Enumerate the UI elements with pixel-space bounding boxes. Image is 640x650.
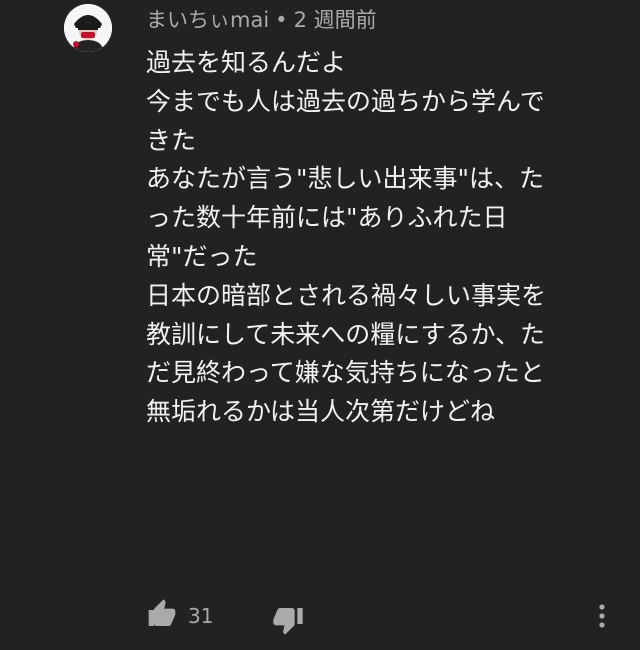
thumbs-up-icon — [148, 599, 176, 626]
comment-line: 今までも人は過去の過ちから学んで — [146, 86, 545, 116]
avatar-icon — [64, 4, 112, 52]
comment-line: 無垢れるかは当人次第だけどね — [146, 397, 496, 427]
comment-line: あなたが言う"悲しい出来事"は、た — [146, 164, 544, 194]
like-button[interactable] — [146, 598, 178, 630]
comment-thread: まいちぃmai • 2 週間前 過去を知るんだよ 今までも人は過去の過ちから学んで … — [0, 0, 640, 650]
comment-line: きた — [146, 125, 197, 155]
comment-line: だ見終わって嫌な気持ちになったと — [146, 358, 545, 388]
more-options-button[interactable] — [590, 600, 614, 632]
comment-line: った数十年前には"ありふれた日 — [146, 203, 508, 233]
comment-actions: 31 — [146, 598, 616, 638]
comment-header: まいちぃmai • 2 週間前 — [146, 6, 377, 34]
comment-line: 常"だった — [146, 241, 258, 271]
dislike-button[interactable] — [272, 604, 304, 636]
like-count: 31 — [188, 604, 214, 628]
comment-line: 日本の暗部とされる禍々しい事実を — [146, 280, 547, 310]
comment-body: 過去を知るんだよ 今までも人は過去の過ちから学んで きた あなたが言う"悲しい出… — [146, 44, 616, 432]
meta-separator: • — [275, 8, 288, 32]
comment-timestamp[interactable]: 2 週間前 — [294, 8, 377, 32]
comment-line: 教訓にして未来への糧にするか、た — [146, 319, 546, 349]
comment-line: 過去を知るんだよ — [146, 48, 347, 77]
author-name[interactable]: まいちぃmai — [146, 8, 269, 32]
avatar[interactable] — [64, 4, 112, 52]
thumbs-down-icon — [273, 608, 303, 635]
more-vertical-icon — [599, 604, 605, 628]
